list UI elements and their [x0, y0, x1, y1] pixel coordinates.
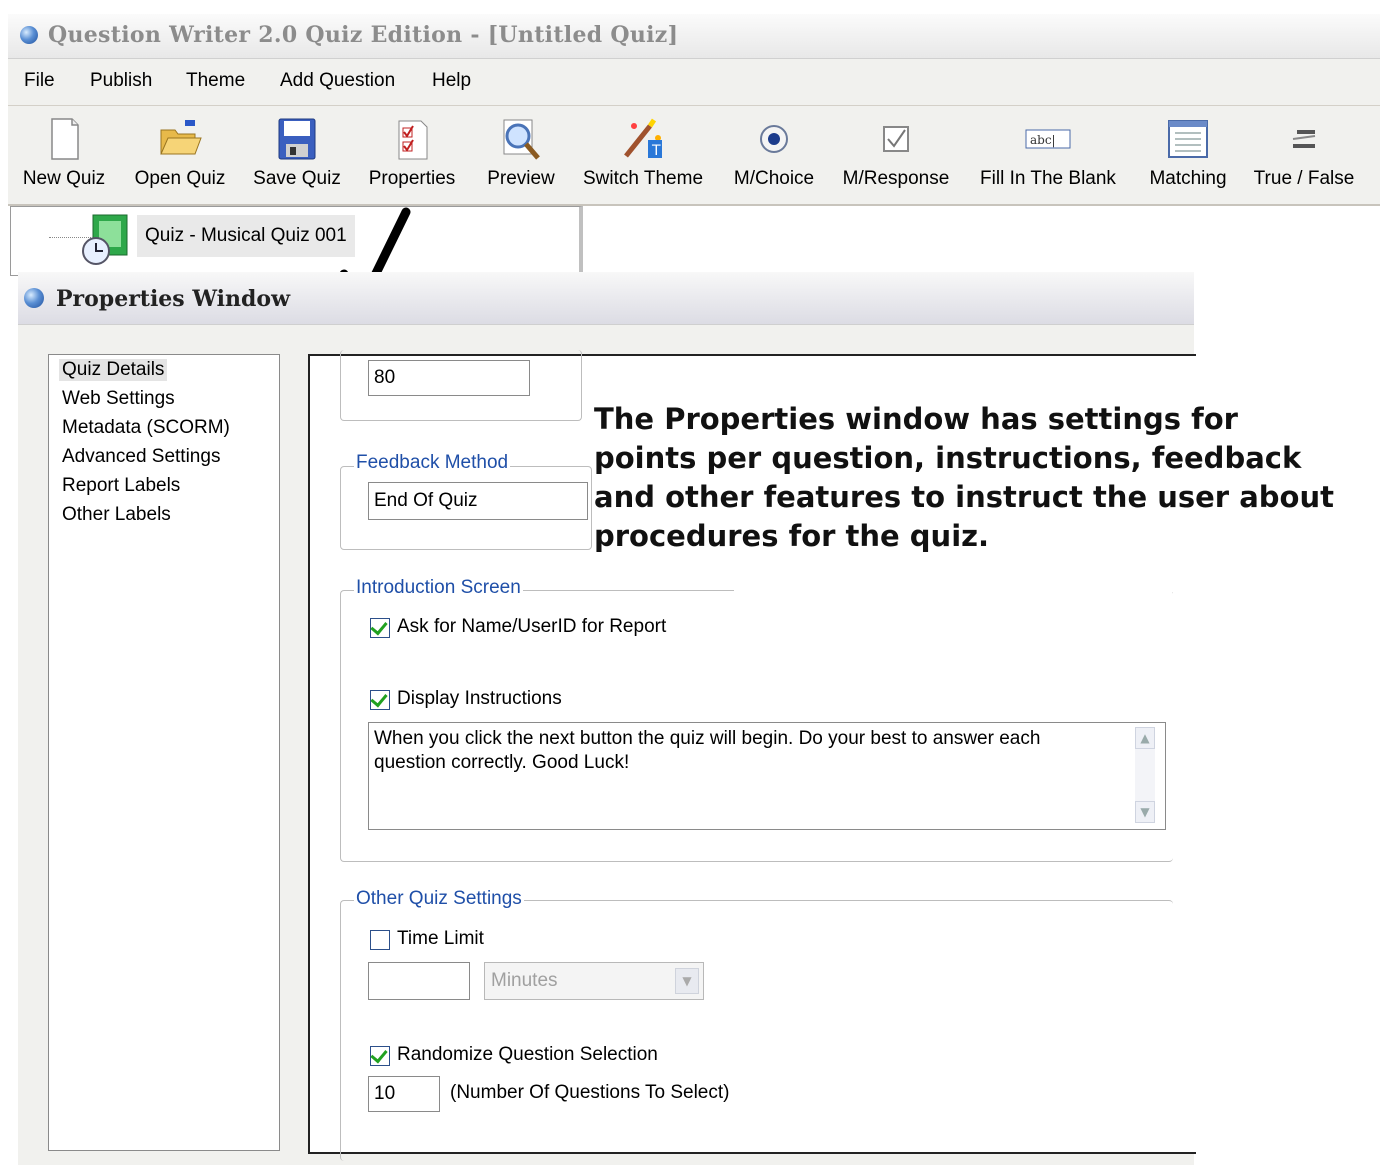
quiz-clock-icon: [82, 214, 128, 265]
scroll-up-icon[interactable]: ▲: [1135, 727, 1155, 749]
annotation-callout: The Properties window has settings for p…: [594, 400, 1334, 556]
menu-publish[interactable]: Publish: [90, 70, 152, 92]
save-quiz-button[interactable]: Save Quiz: [248, 106, 346, 204]
randomize-checkbox[interactable]: [370, 1045, 390, 1066]
tree-node-quiz[interactable]: Quiz - Musical Quiz 001: [137, 215, 355, 257]
magnifier-icon: [503, 119, 540, 160]
menu-theme[interactable]: Theme: [186, 70, 245, 92]
app-globe-icon: [20, 26, 38, 44]
multiple-choice-button[interactable]: M/Choice: [726, 106, 822, 204]
menu-file[interactable]: File: [24, 70, 55, 92]
matching-button[interactable]: Matching: [1138, 106, 1238, 204]
table-icon: [1168, 120, 1208, 158]
quiz-tree-pane: Quiz - Musical Quiz 001: [10, 206, 583, 276]
magic-wand-icon: T: [624, 118, 662, 159]
randomize-label: Randomize Question Selection: [397, 1044, 658, 1065]
preview-button[interactable]: Preview: [476, 106, 566, 204]
radio-button-icon: [760, 125, 788, 153]
new-document-icon: [51, 118, 79, 160]
nav-other-labels[interactable]: Other Labels: [59, 504, 174, 526]
num-questions-label: (Number Of Questions To Select): [450, 1082, 730, 1103]
properties-title: Properties Window: [56, 286, 291, 312]
globe-icon: [24, 288, 44, 308]
open-quiz-button[interactable]: Open Quiz: [126, 106, 234, 204]
text-field-icon: abc|: [1025, 129, 1071, 149]
window-title: Question Writer 2.0 Quiz Edition - [Unti…: [48, 22, 679, 48]
svg-text:abc|: abc|: [1030, 133, 1056, 147]
scrollbar-track[interactable]: [1135, 749, 1155, 801]
ask-name-label: Ask for Name/UserID for Report: [397, 616, 667, 637]
time-limit-label: Time Limit: [397, 928, 484, 949]
introduction-legend: Introduction Screen: [354, 577, 523, 599]
scroll-down-icon[interactable]: ▼: [1135, 801, 1155, 823]
multiple-response-button[interactable]: M/Response: [836, 106, 956, 204]
nav-metadata-scorm[interactable]: Metadata (SCORM): [59, 417, 233, 439]
num-questions-input[interactable]: 10: [368, 1076, 440, 1112]
display-instructions-checkbox[interactable]: [370, 689, 390, 710]
new-quiz-button[interactable]: New Quiz: [14, 106, 114, 204]
menu-add-question[interactable]: Add Question: [280, 70, 395, 92]
other-settings-legend: Other Quiz Settings: [354, 888, 524, 910]
svg-text:T: T: [651, 143, 661, 159]
switch-theme-button[interactable]: T Switch Theme: [578, 106, 708, 204]
title-bar: Question Writer 2.0 Quiz Edition - [Unti…: [8, 14, 1380, 59]
nav-quiz-details[interactable]: Quiz Details: [59, 359, 168, 381]
properties-nav: Quiz Details Web Settings Metadata (SCOR…: [48, 354, 280, 1151]
floppy-disk-icon: [278, 118, 316, 160]
time-unit-select[interactable]: Minutes ▼: [484, 962, 704, 1000]
toolbar: New Quiz Open Quiz Save Quiz Properties: [8, 106, 1380, 206]
fill-in-the-blank-button[interactable]: abc| Fill In The Blank: [976, 106, 1120, 204]
instructions-textarea[interactable]: When you click the next button the quiz …: [368, 722, 1166, 830]
nav-web-settings[interactable]: Web Settings: [59, 388, 178, 410]
menu-bar: File Publish Theme Add Question Help: [8, 59, 1380, 106]
nav-advanced-settings[interactable]: Advanced Settings: [59, 446, 223, 468]
display-instructions-label: Display Instructions: [397, 688, 562, 709]
open-folder-icon: [160, 120, 202, 155]
checkbox-icon: [883, 126, 909, 152]
properties-header: Properties Window: [18, 272, 1194, 325]
checklist-icon: [398, 120, 428, 160]
time-limit-checkbox[interactable]: [370, 930, 390, 950]
instructions-text: When you click the next button the quiz …: [374, 728, 1041, 773]
ask-name-checkbox[interactable]: [370, 617, 390, 638]
properties-button[interactable]: Properties: [362, 106, 462, 204]
feedback-legend: Feedback Method: [354, 452, 511, 474]
menu-help[interactable]: Help: [432, 70, 471, 92]
time-limit-input[interactable]: [368, 962, 470, 1000]
true-false-icon: [1292, 130, 1316, 148]
chevron-down-icon: ▼: [675, 968, 699, 994]
nav-report-labels[interactable]: Report Labels: [59, 475, 183, 497]
time-unit-value: Minutes: [491, 970, 558, 991]
feedback-method-select[interactable]: End Of Quiz: [368, 482, 588, 520]
points-input[interactable]: 80: [368, 360, 530, 396]
true-false-button[interactable]: True / False: [1246, 106, 1362, 204]
